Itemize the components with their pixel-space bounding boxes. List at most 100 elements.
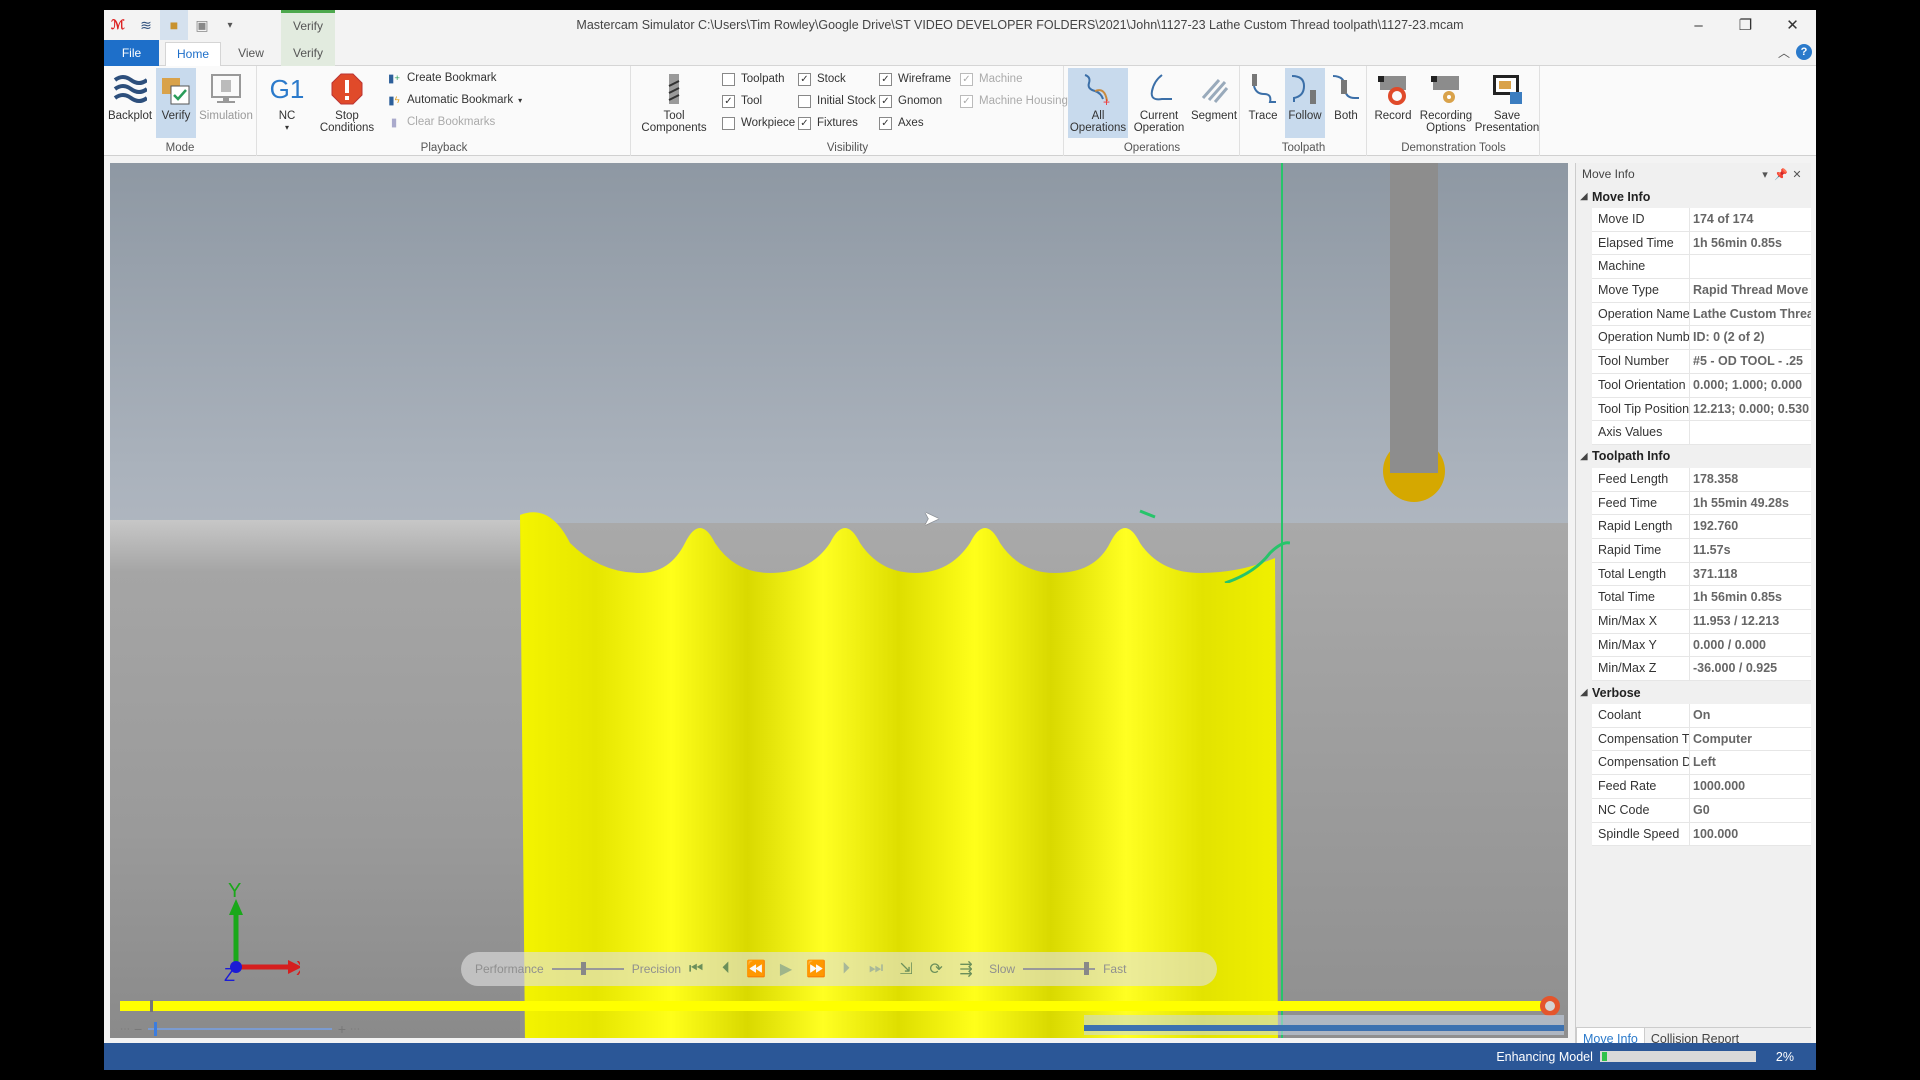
zoom-all-in-icon[interactable]: ⋯ xyxy=(350,1024,360,1035)
rewind-icon[interactable]: ⏪ xyxy=(741,954,771,984)
checkbox-toolpath[interactable]: Toolpath xyxy=(722,69,784,89)
tab-view[interactable]: View xyxy=(223,42,279,66)
property-row[interactable]: Move Type Rapid Thread Move xyxy=(1592,279,1811,303)
property-row[interactable]: Spindle Speed 100.000 xyxy=(1592,822,1811,847)
step-forward-icon[interactable]: ⏵ xyxy=(831,954,861,984)
property-row[interactable]: Tool Orientation 0.000; 1.000; 0.000 xyxy=(1592,373,1811,398)
save-presentation-button[interactable]: Save Presentation xyxy=(1475,68,1539,138)
property-row[interactable]: Min/Max Z -36.000 / 0.925 xyxy=(1592,657,1811,682)
collapse-triangle-icon[interactable]: ◢ xyxy=(1576,451,1592,462)
property-row[interactable]: Axis Values xyxy=(1592,421,1811,445)
step-back-icon[interactable]: ⏴ xyxy=(711,954,741,984)
collapse-triangle-icon[interactable]: ◢ xyxy=(1576,191,1592,202)
speed-slider[interactable] xyxy=(1023,962,1096,975)
property-row[interactable]: Compensation Ty Computer xyxy=(1592,727,1811,752)
property-row[interactable]: Total Length 371.118 xyxy=(1592,562,1811,587)
property-row[interactable]: Tool Number #5 - OD TOOL - .25 xyxy=(1592,350,1811,374)
nc-button[interactable]: G1 NC ▾ xyxy=(266,68,308,138)
bookmark-jump-icon[interactable]: ⇶ xyxy=(951,954,981,984)
checkbox-axes-box[interactable]: ✓ xyxy=(879,116,892,130)
minimize-button[interactable]: – xyxy=(1675,10,1722,40)
property-row[interactable]: Rapid Time 11.57s xyxy=(1592,538,1811,563)
category-move-info[interactable]: ◢ Move Info xyxy=(1576,185,1811,208)
recording-options-button[interactable]: Recording Options xyxy=(1418,68,1474,138)
category-toolpath-info[interactable]: ◢ Toolpath Info xyxy=(1576,445,1811,468)
automatic-bookmark-button[interactable]: ▮ ϟ Automatic Bookmark ▾ xyxy=(386,90,522,110)
current-operation-button[interactable]: Current Operation xyxy=(1130,68,1188,138)
both-button[interactable]: Both xyxy=(1327,68,1365,138)
property-row[interactable]: Coolant On xyxy=(1592,704,1811,728)
property-row[interactable]: Operation Name Lathe Custom Threa xyxy=(1592,302,1811,327)
pin-icon[interactable]: 📌 xyxy=(1773,168,1789,181)
simulation-timeline[interactable] xyxy=(120,996,1560,1016)
create-bookmark-button[interactable]: ▮ + Create Bookmark xyxy=(386,68,496,88)
checkbox-initial-stock-box[interactable] xyxy=(798,94,811,108)
record-button[interactable]: Record xyxy=(1370,68,1416,138)
timeline-zoom-slider[interactable] xyxy=(148,1022,332,1036)
restore-button[interactable]: ❐ xyxy=(1722,10,1769,40)
tab-home[interactable]: Home xyxy=(165,42,221,66)
checkbox-toolpath-box[interactable] xyxy=(722,72,735,86)
checkbox-wireframe-box[interactable]: ✓ xyxy=(879,72,892,86)
property-row[interactable]: Tool Tip Position 12.213; 0.000; 0.530 xyxy=(1592,397,1811,422)
segment-button[interactable]: Segment xyxy=(1190,68,1238,138)
fast-forward-icon[interactable]: ⏩ xyxy=(801,954,831,984)
checkbox-machine-housing-box[interactable]: ✓ xyxy=(960,94,973,108)
trace-button[interactable]: Trace xyxy=(1243,68,1283,138)
loop-icon[interactable]: ⟳ xyxy=(921,954,951,984)
verify-quick-icon[interactable]: ■ xyxy=(160,10,188,40)
zoom-all-out-icon[interactable]: ⋯ xyxy=(120,1024,130,1035)
checkbox-machine-housing[interactable]: ✓ Machine Housing xyxy=(960,91,1068,111)
tool-components-button[interactable]: Tool Components xyxy=(636,68,712,138)
property-row[interactable]: Total Time 1h 56min 0.85s xyxy=(1592,586,1811,610)
verify-button[interactable]: Verify xyxy=(156,68,196,138)
property-row[interactable]: Machine xyxy=(1592,255,1811,280)
checkbox-machine[interactable]: ✓ Machine xyxy=(960,69,1022,89)
add-bookmark-icon[interactable]: ⇲ xyxy=(891,954,921,984)
timeline-range-bar[interactable] xyxy=(1084,1025,1564,1031)
all-operations-button[interactable]: + All Operations xyxy=(1068,68,1128,138)
property-row[interactable]: Rapid Length 192.760 xyxy=(1592,515,1811,539)
tab-file[interactable]: File xyxy=(104,40,159,66)
checkbox-axes[interactable]: ✓ Axes xyxy=(879,113,924,133)
simulation-viewport[interactable]: ➤ Y X Z Performance Precision ⏮ ⏴ ⏪ ▶ ⏩ … xyxy=(110,163,1568,1038)
checkbox-workpiece[interactable]: Workpiece xyxy=(722,113,795,133)
quality-slider-thumb[interactable] xyxy=(580,962,586,975)
zoom-out-icon[interactable]: − xyxy=(134,1021,142,1037)
tab-verify[interactable]: Verify xyxy=(281,40,335,66)
property-row[interactable]: Operation Numb ID: 0 (2 of 2) xyxy=(1592,326,1811,351)
timeline-zoom-thumb[interactable] xyxy=(154,1022,158,1036)
checkbox-tool[interactable]: ✓ Tool xyxy=(722,91,762,111)
checkbox-gnomon[interactable]: ✓ Gnomon xyxy=(879,91,942,111)
checkbox-fixtures[interactable]: ✓ Fixtures xyxy=(798,113,858,133)
simulation-button[interactable]: Simulation xyxy=(198,68,254,138)
property-row[interactable]: Feed Rate 1000.000 xyxy=(1592,775,1811,799)
property-row[interactable]: Feed Time 1h 55min 49.28s xyxy=(1592,491,1811,516)
follow-button[interactable]: Follow xyxy=(1285,68,1325,138)
timeline-position-knob[interactable] xyxy=(1540,996,1560,1016)
collapse-triangle-icon[interactable]: ◢ xyxy=(1576,687,1592,698)
category-verbose[interactable]: ◢ Verbose xyxy=(1576,681,1811,704)
property-row[interactable]: Feed Length 178.358 xyxy=(1592,467,1811,492)
skip-to-start-icon[interactable]: ⏮ xyxy=(681,954,711,984)
property-row[interactable]: Elapsed Time 1h 56min 0.85s xyxy=(1592,231,1811,256)
simulation-quick-icon[interactable]: ▣ xyxy=(188,10,216,40)
help-icon[interactable]: ? xyxy=(1796,44,1812,60)
checkbox-tool-box[interactable]: ✓ xyxy=(722,94,735,108)
customize-quick-access-icon[interactable]: ▾ xyxy=(216,10,244,40)
checkbox-machine-box[interactable]: ✓ xyxy=(960,72,973,86)
stop-conditions-button[interactable]: Stop Conditions xyxy=(314,68,380,138)
checkbox-gnomon-box[interactable]: ✓ xyxy=(879,94,892,108)
property-row[interactable]: Move ID 174 of 174 xyxy=(1592,208,1811,232)
speed-slider-thumb[interactable] xyxy=(1084,962,1090,975)
backplot-button[interactable]: Backplot xyxy=(106,68,154,138)
checkbox-stock-box[interactable]: ✓ xyxy=(798,72,811,86)
backplot-quick-icon[interactable]: ≋ xyxy=(132,10,160,40)
quality-slider[interactable] xyxy=(551,962,624,975)
zoom-in-icon[interactable]: + xyxy=(338,1021,346,1037)
panel-close-icon[interactable]: ✕ xyxy=(1789,168,1805,181)
clear-bookmarks-button[interactable]: ▮ Clear Bookmarks xyxy=(386,112,495,132)
checkbox-initial-stock[interactable]: Initial Stock xyxy=(798,91,876,111)
panel-menu-icon[interactable]: ▾ xyxy=(1757,168,1773,181)
property-row[interactable]: Min/Max X 11.953 / 12.213 xyxy=(1592,610,1811,634)
